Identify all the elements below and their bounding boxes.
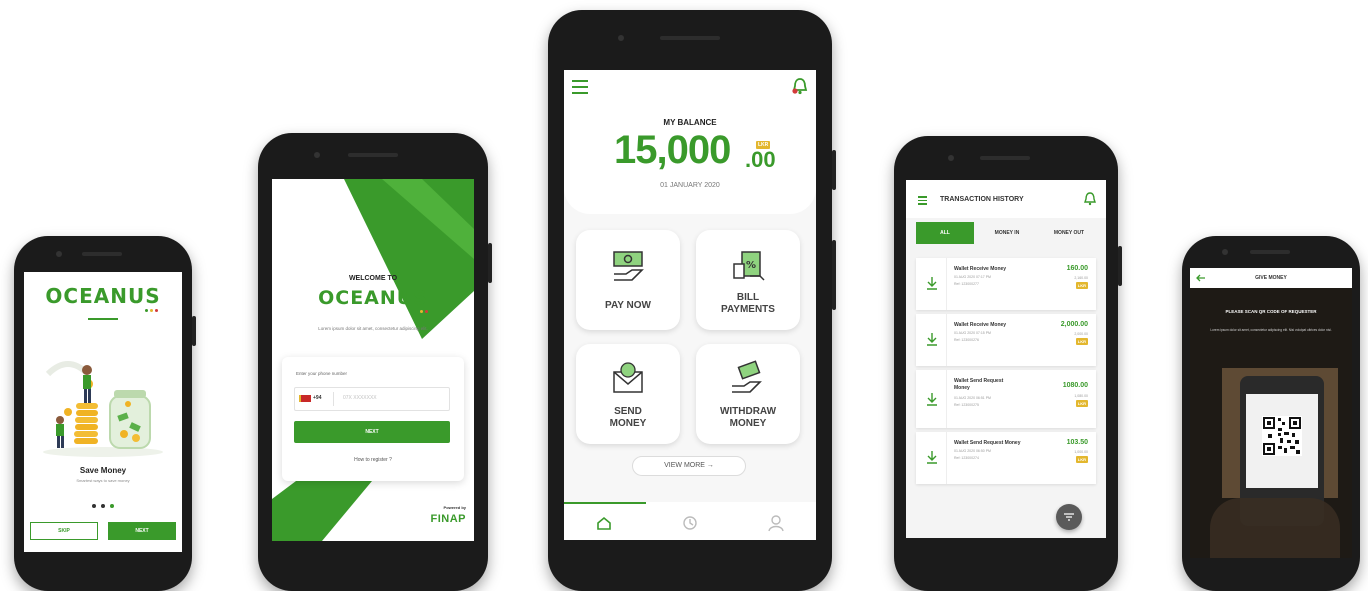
bill-icon: % (733, 251, 765, 281)
envelope-money-icon (613, 362, 643, 393)
history-header: TRANSACTION HISTORY (906, 180, 1106, 218)
scan-instruction: PLEASE SCAN QR CODE OF REQUESTER (1225, 309, 1317, 314)
bottom-nav (564, 502, 816, 540)
tab-all[interactable]: ALL (916, 222, 974, 244)
balance-amount: 15,000 LKR .00 (614, 128, 776, 172)
send-money-button[interactable]: SEND MONEY (576, 344, 680, 444)
svg-text:%: % (746, 260, 756, 271)
onboarding-subtitle: Smartest ways to save money (76, 478, 130, 483)
transaction-row[interactable]: Wallet Receive Money 01 AUG 2020 07:17 P… (916, 258, 1096, 310)
login-card: Enter your phone number +94 07X XXXXXXX … (282, 357, 464, 481)
app-logo: OCEANUS (24, 284, 182, 312)
scan-description: Lorem ipsum dolor sit amet, consectetur … (1210, 328, 1332, 332)
download-arrow-icon (927, 451, 937, 464)
profile-icon[interactable] (768, 514, 784, 532)
transaction-row[interactable]: Wallet Receive Money 01 AUG 2020 07:15 P… (916, 314, 1096, 366)
phone-login: WELCOME TO OCEANUS Lorem ipsum dolor sit… (258, 133, 492, 591)
balance-date: 01 JANUARY 2020 (660, 182, 720, 189)
country-code[interactable]: +94 (313, 395, 321, 401)
next-button[interactable]: NEXT (108, 522, 176, 540)
download-arrow-icon (927, 333, 937, 346)
onboarding-title: Save Money (79, 466, 127, 475)
give-money-header: GIVE MONEY (1190, 268, 1352, 288)
scanner-hand (1210, 498, 1340, 558)
next-button[interactable]: NEXT (294, 421, 450, 443)
download-arrow-icon (927, 277, 937, 290)
phone-field-label: Enter your phone number (296, 371, 348, 376)
savings-illustration-icon (43, 361, 163, 457)
phone-input[interactable]: 07X XXXXXXX (343, 395, 377, 401)
tab-money-out[interactable]: MONEY OUT (1038, 222, 1100, 244)
powered-by-label: Powered by (443, 505, 466, 510)
notification-bell-icon[interactable] (1084, 192, 1096, 206)
withdraw-money-button[interactable]: WITHDRAW MONEY (696, 344, 800, 444)
phone-dashboard: MY BALANCE 15,000 LKR .00 01 JANUARY 202… (548, 10, 836, 591)
home-icon[interactable] (596, 516, 612, 530)
phone-give-money: GIVE MONEY PLEASE SCAN QR CODE OF REQUES… (1182, 236, 1360, 591)
finap-logo: FINAP (430, 513, 466, 525)
skip-button[interactable]: SKIP (30, 522, 98, 540)
qr-code-icon (1262, 416, 1302, 456)
cash-hand-icon (613, 251, 644, 281)
login-description: Lorem ipsum dolor sit amet, consectetur … (318, 326, 428, 331)
tab-money-in[interactable]: MONEY IN (978, 222, 1036, 244)
filter-icon (1064, 513, 1074, 521)
pay-now-button[interactable]: PAY NOW (576, 230, 680, 330)
page-title: GIVE MONEY (1255, 275, 1287, 281)
withdraw-hand-icon (732, 360, 762, 393)
flag-icon (299, 395, 311, 402)
menu-icon[interactable] (918, 196, 927, 205)
balance-title: MY BALANCE (663, 118, 717, 127)
welcome-text: WELCOME TO (348, 275, 398, 282)
filter-fab[interactable] (1056, 504, 1082, 530)
page-indicator (24, 504, 182, 508)
page-title: TRANSACTION HISTORY (940, 196, 1024, 203)
history-icon[interactable] (682, 515, 698, 531)
menu-icon[interactable] (572, 80, 588, 94)
transaction-row[interactable]: Wallet Send Request Money 01 AUG 2020 06… (916, 432, 1096, 484)
phone-input-row[interactable]: +94 07X XXXXXXX (294, 387, 450, 411)
notification-bell-icon[interactable] (792, 77, 808, 95)
download-arrow-icon (927, 393, 937, 406)
phone-transaction-history: TRANSACTION HISTORY ALL MONEY IN MONEY O… (894, 136, 1122, 591)
register-link[interactable]: How to register ? (282, 457, 464, 463)
view-more-button[interactable]: VIEW MORE → (632, 456, 746, 476)
app-logo: OCEANUS (312, 287, 434, 313)
phone-onboarding: OCEANUS Save Money Smartest ways to save… (14, 236, 196, 591)
transaction-row[interactable]: Wallet Send Request Money 01 AUG 2020 06… (916, 370, 1096, 428)
bill-payments-button[interactable]: % BILL PAYMENTS (696, 230, 800, 330)
